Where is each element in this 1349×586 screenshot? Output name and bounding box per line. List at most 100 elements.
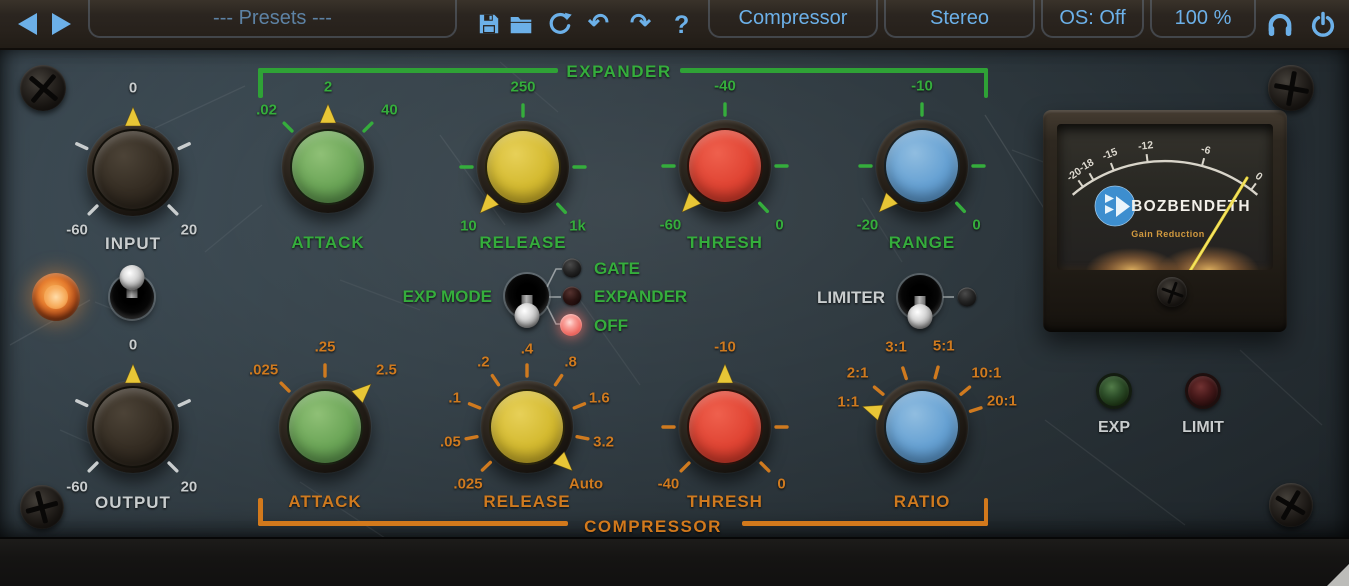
meter-scale-label: 0 xyxy=(1253,170,1265,183)
expander-led xyxy=(563,287,582,306)
knob-title-comp-release: RELEASE xyxy=(483,492,570,512)
knob-cap-dark xyxy=(92,386,174,468)
meter-face: -20 -18 -15 -12 -6 0 BOZBENDETH Gain Red… xyxy=(1057,124,1273,270)
knob-title-output: OUTPUT xyxy=(95,493,171,513)
scale-label-comp-attack: 2.5 xyxy=(376,361,397,378)
next-preset-button[interactable] xyxy=(52,13,71,35)
knob-exp-release[interactable]: 102501kRELEASE xyxy=(428,72,618,262)
knob-cap-yellow xyxy=(489,389,565,465)
save-icon xyxy=(476,11,502,37)
save-preset-button[interactable] xyxy=(476,11,502,37)
meter-screw xyxy=(1157,277,1187,307)
plugin-window: --- Presets --- ↶ ↷ ? xyxy=(0,0,1349,586)
preset-selector[interactable]: --- Presets --- xyxy=(88,0,457,38)
knob-comp-attack[interactable]: .025.252.5ATTACK xyxy=(230,332,420,522)
gain-reduction-meter: -20 -18 -15 -12 -6 0 BOZBENDETH Gain Red… xyxy=(1043,110,1287,332)
knob-cap-red xyxy=(687,389,763,465)
scale-label-comp-release: Auto xyxy=(569,475,603,492)
scale-label-comp-release: .4 xyxy=(521,341,534,358)
panel-screw xyxy=(1268,65,1314,111)
knob-cap-blue xyxy=(884,128,960,204)
exp-mode-option-expander: EXPANDER xyxy=(594,287,687,307)
scale-label-comp-attack: .25 xyxy=(315,339,336,356)
undo-icon: ↶ xyxy=(588,9,609,37)
panel-screw xyxy=(1269,483,1313,527)
scale-label-comp-ratio: 10:1 xyxy=(971,365,1001,382)
oversampling-label: OS: Off xyxy=(1059,7,1125,29)
meter-scale-label: -15 xyxy=(1101,146,1120,163)
scale-label-comp-ratio: 1:1 xyxy=(837,393,859,410)
open-folder-icon xyxy=(508,11,534,37)
toolbar: --- Presets --- ↶ ↷ ? xyxy=(0,0,1349,50)
scale-label-output: -60 xyxy=(66,478,88,495)
load-preset-button[interactable] xyxy=(508,11,534,37)
undo-button[interactable]: ↶ xyxy=(588,6,609,40)
knob-title-input: INPUT xyxy=(105,234,161,254)
power-icon xyxy=(1309,10,1337,38)
knob-title-exp-attack: ATTACK xyxy=(291,233,364,253)
scale-label-exp-range: -10 xyxy=(911,78,933,95)
refresh-icon xyxy=(547,11,573,37)
scale-label-comp-ratio: 2:1 xyxy=(847,365,869,382)
resize-grip[interactable] xyxy=(1327,564,1349,586)
scale-label-comp-release: .05 xyxy=(440,433,461,450)
scale-label-exp-release: 10 xyxy=(460,217,477,234)
knob-comp-thresh[interactable]: -40-100THRESH xyxy=(630,332,820,522)
knob-cap-green xyxy=(287,389,363,465)
channel-mode-tab[interactable]: Stereo xyxy=(884,0,1035,38)
knob-comp-ratio[interactable]: 1:12:13:15:110:120:1RATIO xyxy=(827,332,1017,522)
help-icon: ? xyxy=(674,11,689,39)
knob-input[interactable]: 0-6020INPUT xyxy=(38,75,228,265)
knob-title-exp-range: RANGE xyxy=(889,233,955,253)
power-lamp xyxy=(32,273,80,321)
bypass-button[interactable] xyxy=(1309,10,1335,36)
knob-exp-thresh[interactable]: -60-400THRESH xyxy=(630,71,820,261)
knob-cap-red xyxy=(687,128,763,204)
reset-button[interactable] xyxy=(547,11,573,37)
scale-label-comp-thresh: -10 xyxy=(714,339,736,356)
ui-scale-label: 100 % xyxy=(1175,7,1232,29)
oversampling-button[interactable]: OS: Off xyxy=(1041,0,1144,38)
scale-label-exp-range: 0 xyxy=(972,216,980,233)
knob-title-exp-thresh: THRESH xyxy=(687,233,763,253)
knob-exp-attack[interactable]: .02240ATTACK xyxy=(233,72,423,262)
limit-led-label: LIMIT xyxy=(1168,419,1238,437)
exp-mode-toggle-switch[interactable] xyxy=(502,271,552,321)
scale-label-comp-release: 3.2 xyxy=(593,433,614,450)
limiter-toggle-switch[interactable] xyxy=(895,272,945,322)
input-toggle-switch[interactable] xyxy=(107,272,157,322)
scale-label-comp-release: .1 xyxy=(448,389,461,406)
listen-button[interactable] xyxy=(1265,9,1291,35)
ui-scale-button[interactable]: 100 % xyxy=(1150,0,1256,38)
scale-label-exp-attack: .02 xyxy=(256,101,277,118)
knob-exp-range[interactable]: -20 -10 0 RANGE xyxy=(827,71,1017,261)
preset-name: --- Presets --- xyxy=(213,7,332,29)
scale-label-input: 20 xyxy=(181,221,198,238)
scale-label-exp-attack: 40 xyxy=(381,101,398,118)
scale-label-comp-ratio: 3:1 xyxy=(885,339,907,356)
redo-button[interactable]: ↷ xyxy=(630,6,651,40)
headphones-icon xyxy=(1265,9,1295,39)
mode-tab[interactable]: Compressor xyxy=(708,0,878,38)
knob-title-comp-ratio: RATIO xyxy=(894,492,951,512)
meter-scale-label: -12 xyxy=(1137,139,1154,153)
meter-scale-label: -6 xyxy=(1200,143,1212,157)
meter-caption: Gain Reduction xyxy=(1131,229,1205,239)
knob-comp-release[interactable]: .025.05.1.2.4.81.63.2AutoRELEASE xyxy=(432,332,622,522)
knob-title-comp-thresh: THRESH xyxy=(687,492,763,512)
knob-output[interactable]: 0-6020OUTPUT xyxy=(38,332,228,522)
help-button[interactable]: ? xyxy=(674,8,689,42)
scale-label-comp-ratio: 20:1 xyxy=(987,393,1017,410)
exp-active-led xyxy=(1096,373,1132,409)
scale-label-exp-range: -20 xyxy=(857,216,879,233)
knob-cap-yellow xyxy=(485,129,561,205)
scale-label-exp-release: 1k xyxy=(569,217,586,234)
knob-cap-dark xyxy=(92,129,174,211)
knob-title-comp-attack: ATTACK xyxy=(288,492,361,512)
scale-label-comp-release: .2 xyxy=(477,354,490,371)
limit-active-led xyxy=(1185,373,1221,409)
bottom-bar xyxy=(0,537,1349,586)
knob-cap-green xyxy=(290,129,366,205)
scale-label-exp-thresh: -60 xyxy=(660,216,682,233)
prev-preset-button[interactable] xyxy=(18,13,37,35)
